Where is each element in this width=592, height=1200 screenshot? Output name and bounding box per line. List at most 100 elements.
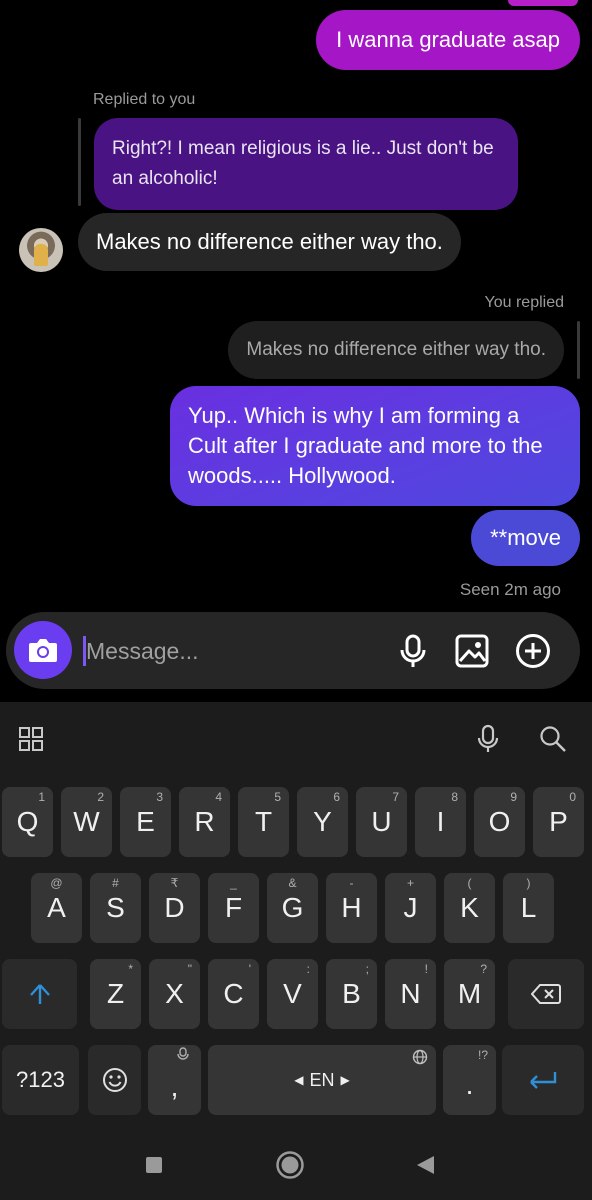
key-c[interactable]: ' C (208, 959, 259, 1029)
key-d[interactable]: ₹ D (149, 873, 200, 943)
key-f[interactable]: _ F (208, 873, 259, 943)
space-key[interactable]: ◀ EN ▶ (208, 1045, 436, 1115)
gallery-button[interactable] (453, 632, 491, 670)
voice-message-button[interactable] (394, 632, 432, 670)
key-i[interactable]: 8I (415, 787, 466, 857)
period-key-hint: !? (477, 1048, 488, 1062)
key-v[interactable]: :V (267, 959, 318, 1029)
square-icon (146, 1157, 162, 1173)
period-key[interactable]: !? . (443, 1045, 496, 1115)
key-x[interactable]: " X (149, 959, 200, 1029)
key-label: G (281, 892, 304, 923)
back-button[interactable] (410, 1150, 440, 1180)
comma-key[interactable]: , (148, 1045, 201, 1115)
home-button[interactable] (275, 1150, 305, 1180)
camera-icon (29, 639, 57, 662)
key-u[interactable]: 7U (356, 787, 407, 857)
sent-message-bubble[interactable]: I wanna graduate asap (316, 10, 580, 70)
key-hint: ? (480, 962, 487, 976)
key-label: D (164, 892, 185, 923)
key-hint: * (128, 962, 133, 976)
enter-key[interactable] (502, 1045, 584, 1115)
key-label: O (488, 806, 511, 837)
key-hint: ) (526, 876, 531, 890)
key-label: K (460, 892, 479, 923)
key-b[interactable]: ; B (326, 959, 377, 1029)
key-hint: 9 (510, 790, 517, 804)
symbols-key[interactable]: ?123 (2, 1045, 79, 1115)
key-r[interactable]: 4R (179, 787, 230, 857)
avatar[interactable] (19, 228, 63, 272)
voice-hint-icon (177, 1047, 189, 1064)
received-message-bubble[interactable]: Makes no difference either way tho. (78, 213, 461, 271)
quoted-reply-bubble[interactable]: Right?! I mean religious is a lie.. Just… (94, 118, 518, 210)
key-hint: ( (467, 876, 472, 890)
key-s[interactable]: # S (90, 873, 141, 943)
key-z[interactable]: * Z (90, 959, 141, 1029)
more-options-button[interactable] (514, 632, 552, 670)
key-y[interactable]: 6Y (297, 787, 348, 857)
key-label: B (342, 978, 361, 1009)
key-hint: 8 (451, 790, 458, 804)
camera-button[interactable] (14, 621, 72, 679)
key-label: S (106, 892, 125, 923)
key-label: T (254, 806, 273, 837)
key-hint: ! (424, 962, 428, 976)
key-t[interactable]: 5T (238, 787, 289, 857)
key-hint: 6 (333, 790, 340, 804)
key-hint: " (187, 962, 192, 976)
quoted-reply-bubble[interactable]: Makes no difference either way tho. (228, 321, 564, 379)
key-label: C (223, 978, 244, 1009)
home-circle-icon (276, 1151, 304, 1179)
key-hint: ; (365, 962, 369, 976)
key-e[interactable]: 3E (120, 787, 171, 857)
globe-icon (412, 1049, 428, 1068)
key-label: L (520, 892, 537, 923)
key-hint: 5 (274, 790, 281, 804)
microphone-icon[interactable] (474, 724, 502, 754)
emoji-key[interactable] (88, 1045, 141, 1115)
key-label: F (224, 892, 243, 923)
key-h[interactable]: -H (326, 873, 377, 943)
key-hint: + (406, 876, 415, 890)
key-g[interactable]: & G (267, 873, 318, 943)
key-hint: 2 (97, 790, 104, 804)
key-hint: ' (248, 962, 251, 976)
reply-indicator-line (78, 118, 81, 206)
key-a[interactable]: @ A (31, 873, 82, 943)
shift-key[interactable] (2, 959, 77, 1029)
message-input[interactable] (86, 634, 386, 668)
key-label: M (457, 978, 482, 1009)
backspace-key[interactable] (508, 959, 584, 1029)
key-n[interactable]: ! N (385, 959, 436, 1029)
key-hint: _ (230, 876, 237, 890)
microphone-icon (400, 634, 426, 667)
sent-message-bubble[interactable]: Yup.. Which is why I am forming a Cult a… (170, 386, 580, 506)
key-p[interactable]: 0P (533, 787, 584, 857)
key-hint: 4 (215, 790, 222, 804)
key-label: R (194, 806, 215, 837)
key-label: P (549, 806, 568, 837)
key-j[interactable]: + J (385, 873, 436, 943)
key-hint: - (349, 876, 354, 890)
image-icon (455, 634, 489, 668)
key-hint: 7 (392, 790, 399, 804)
key-w[interactable]: 2W (61, 787, 112, 857)
recents-button[interactable] (139, 1150, 169, 1180)
search-icon[interactable] (538, 724, 568, 754)
sent-message-bubble[interactable]: **move (471, 510, 580, 566)
key-label: U (371, 806, 392, 837)
key-k[interactable]: (K (444, 873, 495, 943)
apps-grid-icon[interactable] (18, 726, 44, 752)
backspace-icon (531, 984, 561, 1004)
key-m[interactable]: ? M (444, 959, 495, 1029)
key-q[interactable]: 1Q (2, 787, 53, 857)
key-l[interactable]: ) L (503, 873, 554, 943)
key-hint: # (112, 876, 119, 890)
key-label: W (73, 806, 100, 837)
key-o[interactable]: 9O (474, 787, 525, 857)
key-hint: @ (50, 876, 63, 890)
key-label: E (136, 806, 155, 837)
key-label: X (165, 978, 184, 1009)
period-key-label: . (465, 1069, 474, 1100)
